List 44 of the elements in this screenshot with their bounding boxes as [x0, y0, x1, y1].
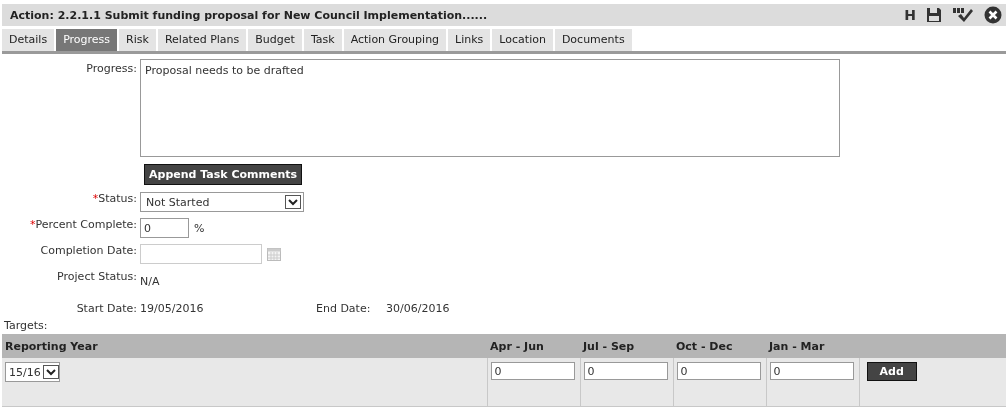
- target-field[interactable]: 0: [676, 362, 761, 380]
- field-label: *Status:: [91, 191, 137, 205]
- field-label: Completion Date:: [39, 243, 137, 257]
- save-icon[interactable]: [926, 7, 942, 23]
- tab[interactable]: Documents: [554, 29, 632, 51]
- field-value: N/A: [140, 274, 160, 288]
- target-field[interactable]: 0: [490, 362, 575, 380]
- window-title: Action: 2.2.1.1 Submit funding proposal for New Council Implementation......: [10, 8, 489, 22]
- tab[interactable]: Details: [2, 29, 55, 51]
- target-field[interactable]: 0: [769, 362, 854, 380]
- caret-icon: [285, 195, 301, 209]
- field-label: Project Status:: [56, 269, 137, 283]
- field-label: Progress:: [85, 61, 137, 75]
- status-dropdown[interactable]: Not Started: [140, 192, 304, 212]
- progress-field[interactable]: Proposal needs to be drafted: [140, 59, 840, 157]
- target-field[interactable]: 0: [583, 362, 668, 380]
- tab[interactable]: Risk: [119, 29, 156, 51]
- field-value: 19/05/2016: [140, 301, 205, 315]
- tab[interactable]: Links: [448, 29, 491, 51]
- h-button[interactable]: H: [904, 7, 916, 23]
- unit-label: %: [194, 221, 205, 235]
- tab[interactable]: Progress: [56, 29, 118, 51]
- column-header: Jan - Mar: [766, 334, 859, 358]
- field-label: *Percent Complete:: [28, 217, 137, 231]
- column-header: Oct - Dec: [673, 334, 766, 358]
- field-value: 30/06/2016: [386, 301, 450, 315]
- close-icon[interactable]: [984, 6, 1002, 24]
- section-label: Targets:: [4, 319, 49, 332]
- field-label: End Date:: [316, 301, 372, 315]
- add-button[interactable]: Add: [866, 362, 917, 381]
- caret-icon: [42, 365, 59, 379]
- tab[interactable]: Budget: [248, 29, 302, 51]
- append-comments-button[interactable]: Append Task Comments: [144, 164, 303, 185]
- tab[interactable]: Related Plans: [157, 29, 247, 51]
- column-header: Reporting Year: [2, 334, 487, 358]
- column-header: Apr - Jun: [487, 334, 580, 358]
- percent-field[interactable]: 0: [140, 218, 189, 238]
- spellcheck-icon[interactable]: [952, 7, 974, 23]
- column-header: Jul - Sep: [580, 334, 673, 358]
- tab[interactable]: Action Grouping: [343, 29, 447, 51]
- tab[interactable]: Location: [492, 29, 553, 51]
- year-dropdown[interactable]: 15/16: [5, 362, 60, 382]
- field-label: Start Date:: [75, 301, 137, 315]
- tab[interactable]: Task: [303, 29, 342, 51]
